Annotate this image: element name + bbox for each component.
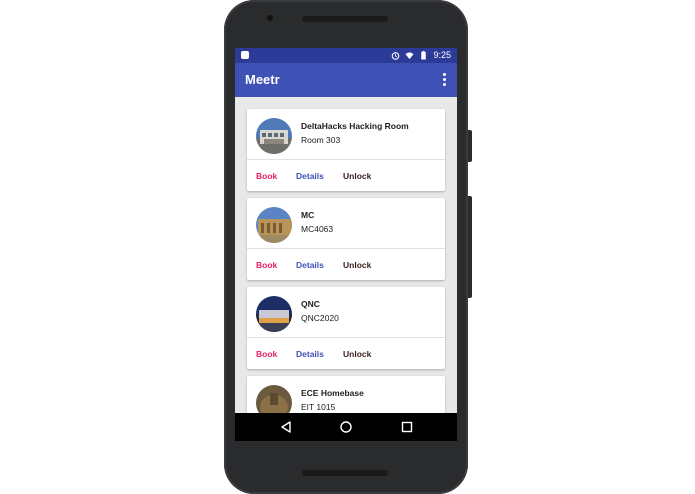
book-button[interactable]: Book — [256, 260, 277, 270]
recents-icon[interactable] — [400, 420, 414, 434]
room-name: MC — [301, 210, 315, 220]
app-bar: Meetr — [235, 63, 457, 97]
book-button[interactable]: Book — [256, 349, 277, 359]
room-name: DeltaHacks Hacking Room — [301, 121, 409, 131]
android-notification-icon — [241, 51, 249, 59]
room-avatar — [256, 207, 292, 243]
room-card[interactable]: QNC QNC2020 Book Details Unlock — [247, 287, 445, 369]
book-button[interactable]: Book — [256, 171, 277, 181]
unlock-button[interactable]: Unlock — [343, 349, 371, 359]
room-card[interactable]: MC MC4063 Book Details Unlock — [247, 198, 445, 280]
app-title: Meetr — [245, 72, 280, 87]
room-card[interactable]: DeltaHacks Hacking Room Room 303 Book De… — [247, 109, 445, 191]
back-icon[interactable] — [279, 420, 293, 434]
volume-button[interactable] — [468, 196, 472, 298]
room-number: QNC2020 — [301, 313, 339, 323]
top-speaker — [302, 16, 388, 22]
room-card[interactable]: ECE Homebase EIT 1015 — [247, 376, 445, 413]
battery-icon — [421, 51, 427, 60]
stage: 9:25 Meetr DeltaHacks Hacking Room Room … — [0, 0, 695, 494]
more-vert-icon[interactable] — [443, 73, 447, 87]
card-actions: Book Details Unlock — [247, 159, 445, 191]
power-button[interactable] — [468, 130, 472, 162]
wifi-icon — [405, 52, 415, 60]
card-actions: Book Details Unlock — [247, 337, 445, 369]
room-name: ECE Homebase — [301, 388, 364, 398]
front-camera — [267, 15, 273, 21]
details-button[interactable]: Details — [296, 349, 324, 359]
alarm-icon — [392, 52, 400, 60]
room-avatar — [256, 296, 292, 332]
room-name: QNC — [301, 299, 320, 309]
bottom-speaker — [302, 470, 388, 476]
phone-screen: 9:25 Meetr DeltaHacks Hacking Room Room … — [235, 48, 457, 441]
details-button[interactable]: Details — [296, 171, 324, 181]
card-actions: Book Details Unlock — [247, 248, 445, 280]
room-list[interactable]: DeltaHacks Hacking Room Room 303 Book De… — [235, 97, 457, 413]
unlock-button[interactable]: Unlock — [343, 171, 371, 181]
room-avatar — [256, 118, 292, 154]
status-time: 9:25 — [433, 50, 451, 60]
navigation-bar — [235, 413, 457, 441]
status-bar: 9:25 — [235, 48, 457, 63]
unlock-button[interactable]: Unlock — [343, 260, 371, 270]
room-number: EIT 1015 — [301, 402, 336, 412]
home-icon[interactable] — [339, 420, 353, 434]
details-button[interactable]: Details — [296, 260, 324, 270]
room-number: MC4063 — [301, 224, 334, 234]
room-avatar — [256, 385, 292, 413]
room-number: Room 303 — [301, 135, 341, 145]
